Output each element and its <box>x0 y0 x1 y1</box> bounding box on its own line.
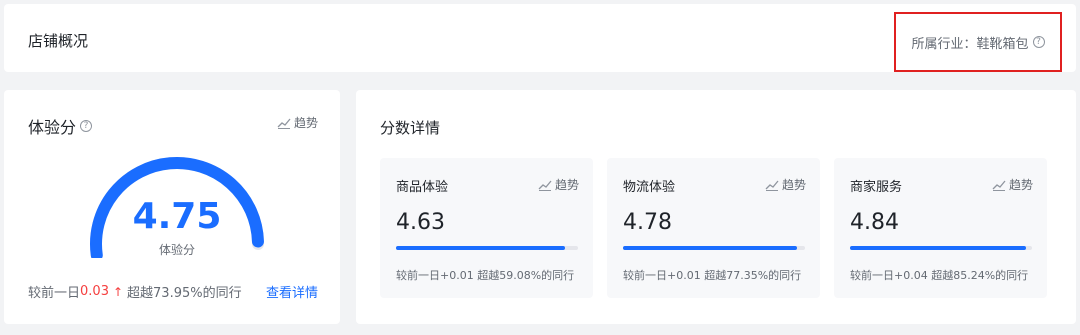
sub-score-title: 商品体验 <box>396 180 449 195</box>
sub-score-comparison: 较前一日+0.04 超越85.24%的同行 <box>850 269 1029 282</box>
experience-score-card: 体验分 ? 趋势 4.75 体验分 较前一日 0.03 ↑ 超越73.95%的同… <box>4 90 340 324</box>
up-arrow-icon: ↑ <box>112 284 124 299</box>
trend-button[interactable]: 趋势 <box>765 176 806 193</box>
help-icon[interactable]: ? <box>80 120 93 132</box>
store-overview-header: 店铺概况 所属行业：鞋靴箱包 ? <box>4 4 1076 72</box>
score-card-heading: 体验分 ? <box>28 114 93 138</box>
industry-label: 所属行业：鞋靴箱包 <box>911 36 1029 52</box>
help-icon[interactable]: ? <box>1032 36 1045 48</box>
trend-button[interactable]: 趋势 <box>992 176 1033 193</box>
progress-bar <box>396 246 578 250</box>
trend-label: 趋势 <box>781 178 806 192</box>
compare-delta: 0.03 <box>80 284 109 299</box>
score-details-card: 分数详情 商品体验 趋势 4.63 较前一日+0.01 超越59.08%的同行 … <box>356 90 1076 324</box>
experience-score-label: 体验分 <box>158 243 195 257</box>
experience-score-value: 4.75 <box>132 196 222 237</box>
compare-prefix: 较前一日 <box>28 286 81 301</box>
score-card-title: 体验分 <box>28 118 77 137</box>
details-title: 分数详情 <box>380 119 441 137</box>
trend-label: 趋势 <box>293 116 318 130</box>
sub-score-value: 4.78 <box>623 210 672 235</box>
progress-bar <box>850 246 1032 250</box>
progress-bar-fill <box>396 246 565 250</box>
sub-score-title: 商家服务 <box>850 180 903 195</box>
trend-chart-icon <box>277 118 291 129</box>
industry-indicator: 所属行业：鞋靴箱包 ? <box>894 12 1062 72</box>
sub-score-comparison: 较前一日+0.01 超越59.08%的同行 <box>396 269 575 282</box>
trend-button[interactable]: 趋势 <box>277 114 318 131</box>
page-title: 店铺概况 <box>28 32 89 50</box>
trend-button[interactable]: 趋势 <box>538 176 579 193</box>
progress-bar-fill <box>623 246 797 250</box>
trend-chart-icon <box>765 180 779 191</box>
compare-suffix: 超越73.95%的同行 <box>127 286 242 301</box>
merchant-service-card: 商家服务 趋势 4.84 较前一日+0.04 超越85.24%的同行 <box>834 158 1047 298</box>
progress-bar <box>623 246 805 250</box>
view-details-link[interactable]: 查看详情 <box>266 282 318 301</box>
trend-label: 趋势 <box>554 178 579 192</box>
sub-score-value: 4.84 <box>850 210 899 235</box>
progress-bar-fill <box>850 246 1027 250</box>
trend-label: 趋势 <box>1008 178 1033 192</box>
score-comparison: 较前一日 0.03 ↑ 超越73.95%的同行 <box>28 282 242 301</box>
sub-score-comparison: 较前一日+0.01 超越77.35%的同行 <box>623 269 802 282</box>
trend-chart-icon <box>992 180 1006 191</box>
sub-score-value: 4.63 <box>396 210 445 235</box>
sub-score-title: 物流体验 <box>623 180 676 195</box>
product-experience-card: 商品体验 趋势 4.63 较前一日+0.01 超越59.08%的同行 <box>380 158 593 298</box>
logistics-experience-card: 物流体验 趋势 4.78 较前一日+0.01 超越77.35%的同行 <box>607 158 820 298</box>
trend-chart-icon <box>538 180 552 191</box>
